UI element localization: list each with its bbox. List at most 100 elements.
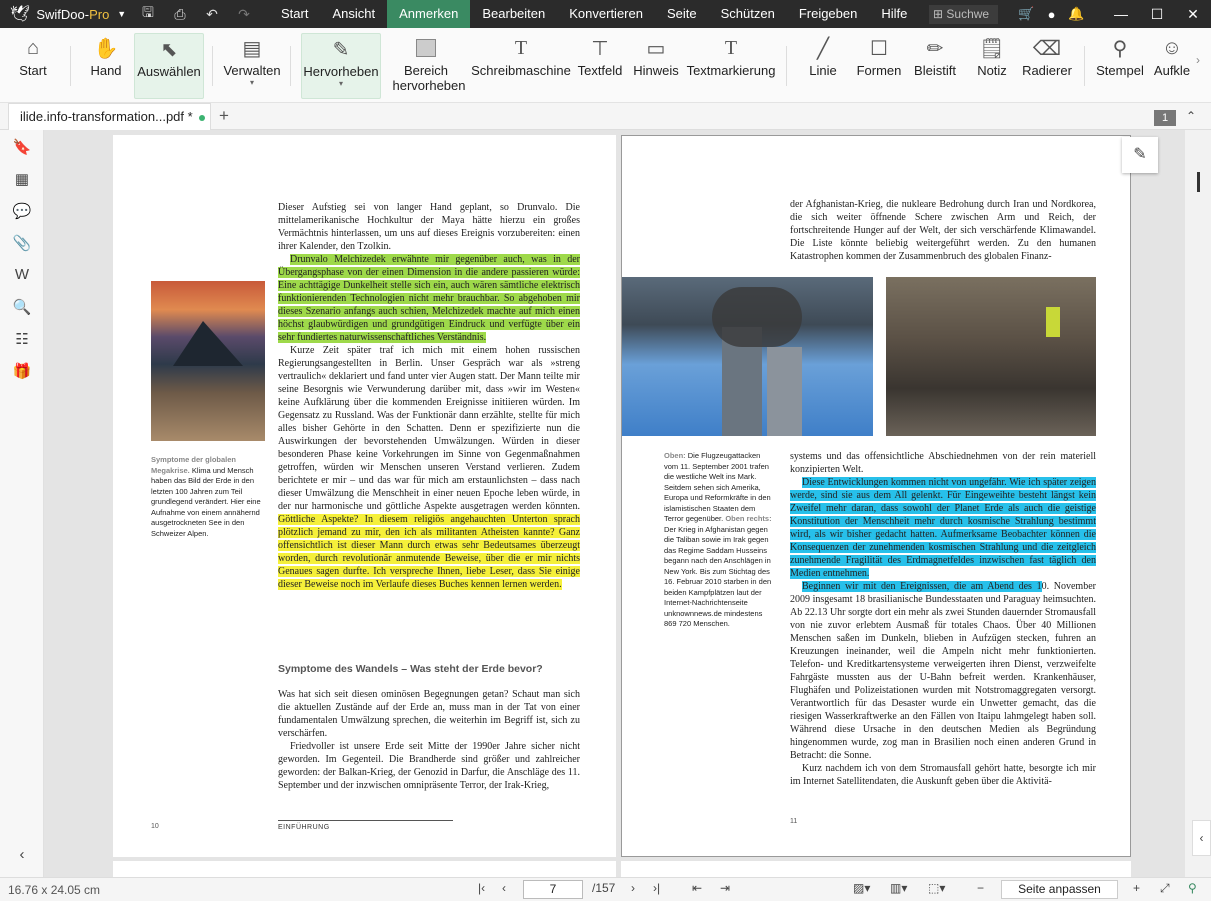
pencil-button[interactable]: ✏ Bleistift — [912, 33, 958, 99]
next-page-icon[interactable]: › — [631, 881, 635, 895]
yellow-highlight[interactable]: Göttliche Aspekte? In diesem religiös an… — [278, 514, 580, 590]
crop-view-icon[interactable]: ⬚▾ — [928, 881, 945, 895]
manage-button[interactable]: ▤ Verwalten ▾ — [222, 33, 282, 99]
menu-anmerken[interactable]: Anmerken — [387, 0, 471, 28]
paragraph-text: Kurze Zeit später traf ich mich mit eine… — [278, 345, 580, 512]
twin-towers-photo — [622, 277, 873, 436]
pdf-page-next-right — [621, 861, 1131, 877]
collapse-ribbon-icon[interactable]: ⌃ — [1186, 109, 1196, 123]
menu-konvertieren[interactable]: Konvertieren — [557, 0, 655, 28]
typewriter-button[interactable]: T Schreibmaschine — [471, 33, 571, 99]
user-icon[interactable]: ● — [1039, 7, 1064, 22]
right-text-column-top: der Afghanistan-Krieg, die nukleare Bedr… — [790, 198, 1096, 263]
green-highlight[interactable]: Drunvalo Melchizedek erwähnte mir gegenü… — [278, 254, 580, 343]
menu-freigeben[interactable]: Freigeben — [787, 0, 870, 28]
fill-mode-icon[interactable]: ▨▾ — [853, 881, 870, 895]
pencil-icon: ✏ — [926, 37, 944, 60]
print-icon[interactable]: ⎙ — [164, 6, 196, 23]
close-icon[interactable]: ✕ — [1175, 0, 1211, 28]
minimize-icon[interactable]: — — [1103, 0, 1139, 28]
paragraph: Kurze Zeit später traf ich mich mit eine… — [278, 344, 580, 591]
page-layout-icon[interactable]: ▥▾ — [890, 881, 907, 895]
area-highlight-button[interactable]: Bereich hervorheben — [388, 33, 466, 99]
document-tab[interactable]: ilide.info-transformation...pdf * — [8, 103, 211, 130]
menu-schuetzen[interactable]: Schützen — [709, 0, 787, 28]
eraser-button[interactable]: ⌫ Radierer — [1022, 33, 1072, 99]
square-icon: ☐ — [870, 37, 888, 60]
section-heading: Symptome des Wandels – Was steht der Erd… — [278, 663, 543, 675]
note-label: Hinweis — [633, 63, 679, 78]
notes-button[interactable]: 🗒 Notiz — [972, 33, 1012, 99]
thumbnails-icon[interactable]: ▦ — [12, 170, 32, 188]
paragraph: systems und das offensichtliche Abschied… — [790, 451, 1096, 475]
attachment-icon[interactable]: 📎 — [12, 234, 32, 252]
page-footer: EINFÜHRUNG — [278, 824, 330, 831]
chevron-down-icon: ▾ — [338, 79, 343, 88]
right-panel-toggle[interactable]: ‹ — [1192, 820, 1211, 856]
pdf-page-next-left — [113, 861, 616, 877]
pin-icon[interactable]: ⚲ — [1188, 881, 1197, 895]
shapes-button[interactable]: ☐ Formen — [856, 33, 902, 99]
add-tab-icon[interactable]: + — [219, 106, 229, 126]
start-button[interactable]: ⌂ Start — [14, 33, 52, 99]
area-label-1: Bereich — [403, 63, 449, 78]
paragraph: der Afghanistan-Krieg, die nukleare Bedr… — [790, 199, 1096, 262]
cart-icon[interactable]: 🛒 — [1014, 6, 1039, 22]
line-icon: ╱ — [816, 37, 830, 60]
menu-bearbeiten[interactable]: Bearbeiten — [470, 0, 557, 28]
bell-icon[interactable]: 🔔 — [1064, 6, 1089, 22]
menu-ansicht[interactable]: Ansicht — [320, 0, 387, 28]
back-view-icon[interactable]: ⇤ — [692, 881, 702, 895]
gift-icon[interactable]: 🎁 — [12, 362, 32, 380]
annotation-pen-button[interactable]: ✎ — [1122, 137, 1158, 173]
menu-seite[interactable]: Seite — [655, 0, 709, 28]
line-button[interactable]: ╱ Linie — [805, 33, 841, 99]
app-menu-dropdown-icon[interactable]: ▼ — [117, 9, 126, 19]
search-placeholder: Suchwe — [946, 7, 990, 21]
ribbon-scroll-right-icon[interactable]: › — [1196, 53, 1200, 67]
sticker-icon: ☺ — [1161, 36, 1183, 59]
undo-icon[interactable]: ↶ — [196, 6, 228, 23]
fit-page-button[interactable]: Seite anpassen — [1001, 880, 1118, 899]
comment-icon[interactable]: 💬 — [12, 202, 32, 220]
search-input[interactable]: ⊞ Suchwe — [929, 5, 998, 24]
vertical-scrollbar[interactable] — [1185, 130, 1211, 877]
swifdoo-bird-icon: 🕊 — [10, 6, 31, 23]
bookmark-icon[interactable]: 🔖 — [12, 138, 32, 156]
fullscreen-icon[interactable]: ⤢ — [1160, 881, 1170, 896]
app-logo[interactable]: 🕊 SwifDoo- Pro ▼ — [0, 0, 132, 28]
textfield-button[interactable]: ⊤ Textfeld — [577, 33, 623, 99]
form-icon[interactable]: ☷ — [12, 330, 32, 348]
search-icon[interactable]: 🔍 — [12, 298, 32, 316]
scrollbar-thumb[interactable] — [1197, 172, 1200, 192]
menu-hilfe[interactable]: Hilfe — [869, 0, 919, 28]
forward-view-icon[interactable]: ⇥ — [720, 881, 730, 895]
save-icon[interactable]: 🖫 — [132, 2, 164, 26]
collapse-sidebar-icon[interactable]: ‹ — [12, 846, 32, 863]
word-icon[interactable]: W — [12, 266, 32, 283]
highlight-button[interactable]: ✎ Hervorheben ▾ — [301, 33, 381, 99]
select-button[interactable]: ⬉ Auswählen — [134, 33, 204, 99]
area-label-2: hervorheben — [392, 78, 466, 93]
menu-start[interactable]: Start — [269, 0, 320, 28]
document-tab-bar: ilide.info-transformation...pdf * + 1 ⌃ — [0, 103, 1211, 130]
caption-body: Klima und Mensch haben das Bild der Erde… — [151, 465, 261, 538]
zoom-out-icon[interactable]: − — [977, 881, 984, 895]
page-number: 11 — [790, 818, 798, 825]
sticker-button[interactable]: ☺ Aufkle — [1152, 33, 1192, 99]
zoom-in-icon[interactable]: + — [1133, 881, 1140, 895]
textmark-button[interactable]: T Textmarkierung — [687, 33, 776, 99]
maximize-icon[interactable]: ☐ — [1139, 0, 1175, 28]
note-button[interactable]: ▭ Hinweis — [632, 33, 680, 99]
prev-page-icon[interactable]: ‹ — [502, 881, 506, 895]
blue-highlight[interactable]: Diese Entwicklungen kommen nicht von ung… — [790, 477, 1096, 579]
last-page-icon[interactable]: ›| — [653, 881, 660, 895]
ribbon-toolbar: ⌂ Start ✋ Hand ⬉ Auswählen ▤ Verwalten ▾ ✎ Her… — [0, 28, 1211, 103]
blue-highlight[interactable]: Beginnen wir mit den Ereignissen, die am… — [802, 581, 1042, 592]
separator — [70, 46, 71, 86]
stamp-button[interactable]: ⚲ Stempel — [1096, 33, 1144, 99]
first-page-icon[interactable]: |‹ — [478, 881, 485, 895]
page-number-input[interactable]: 7 — [523, 880, 583, 899]
hand-button[interactable]: ✋ Hand — [84, 33, 128, 99]
redo-icon[interactable]: ↷ — [228, 6, 260, 23]
